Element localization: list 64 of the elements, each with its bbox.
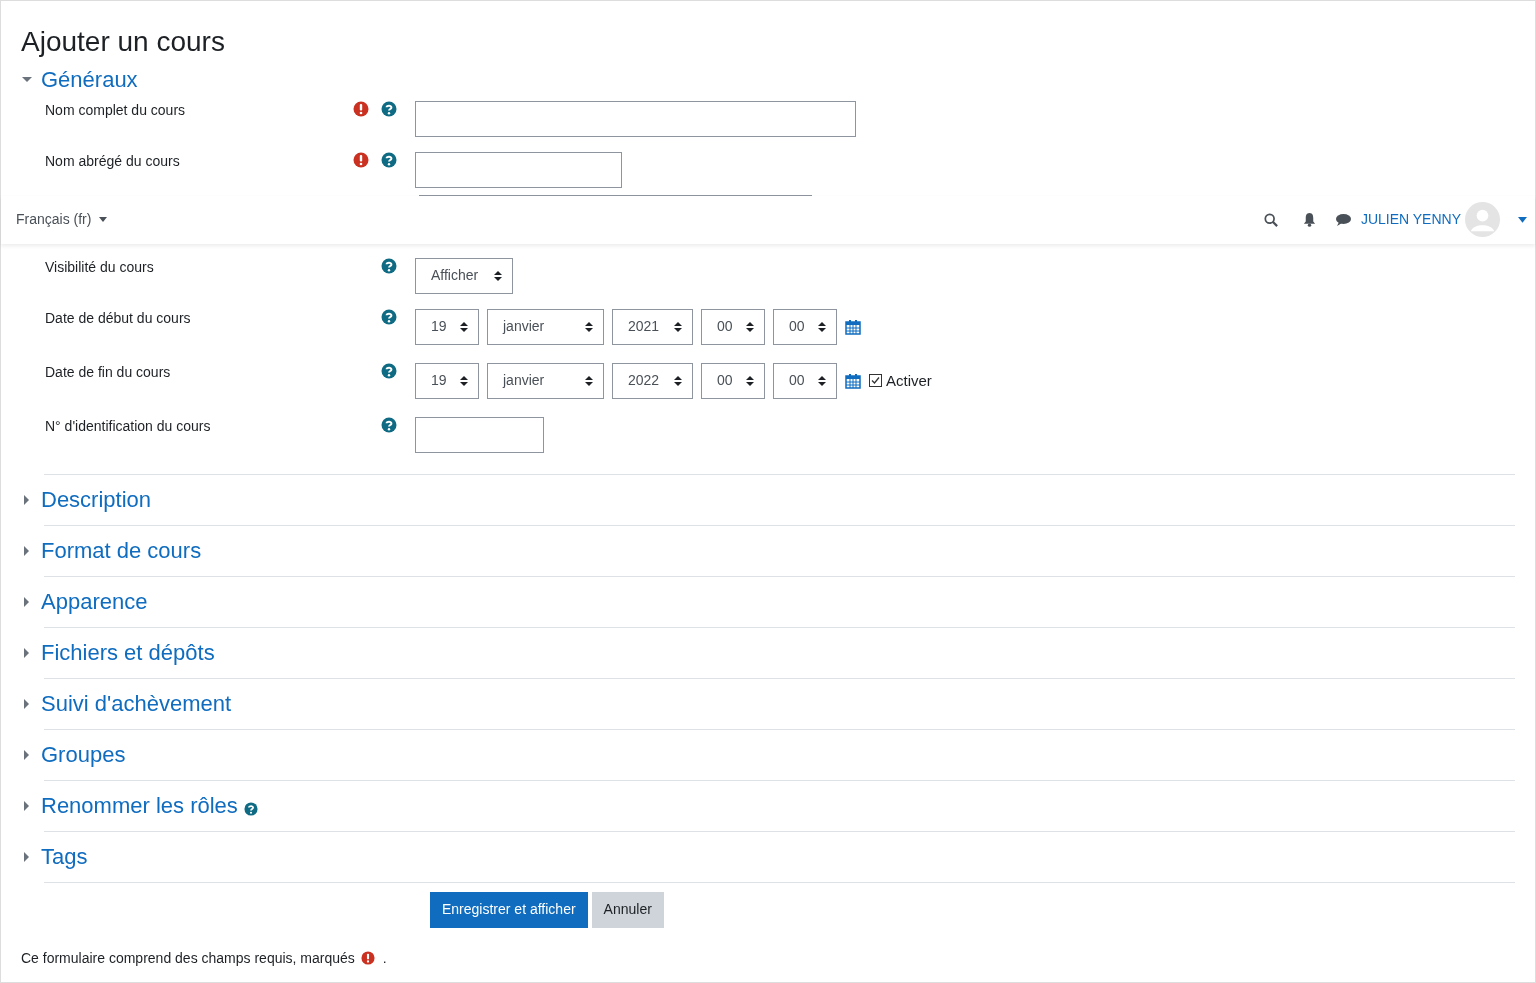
help-icon[interactable] xyxy=(381,309,397,325)
note-period: . xyxy=(382,949,387,968)
calendar-icon[interactable] xyxy=(845,373,861,389)
text-field[interactable] xyxy=(415,101,856,137)
enable-checkbox[interactable]: Activer xyxy=(869,369,932,393)
select-field[interactable]: Afficher xyxy=(415,258,513,294)
date-select[interactable]: janvier xyxy=(487,309,604,345)
help-icon[interactable] xyxy=(381,258,397,274)
field-label: Visibilité du cours xyxy=(44,258,155,277)
section-title[interactable]: Groupes xyxy=(41,741,126,769)
page-title: Ajouter un cours xyxy=(21,25,226,59)
caret-down-icon[interactable] xyxy=(1518,217,1527,223)
text-field[interactable] xyxy=(415,152,622,188)
caret-icon xyxy=(494,271,502,281)
checkbox[interactable] xyxy=(869,374,882,388)
date-select[interactable]: 00 xyxy=(773,363,837,399)
help-icon[interactable] xyxy=(381,101,397,117)
calendar-icon[interactable] xyxy=(845,319,861,335)
section-title[interactable]: Généraux xyxy=(41,66,138,93)
caret-icon xyxy=(818,322,826,332)
date-select[interactable]: 2022 xyxy=(612,363,693,399)
date-select[interactable]: 19 xyxy=(415,363,479,399)
date-select[interactable]: 00 xyxy=(773,309,837,345)
section-title[interactable]: Fichiers et dépôts xyxy=(41,639,215,667)
field-label: Date de fin du cours xyxy=(44,363,172,382)
field-label: Date de début du cours xyxy=(44,309,192,328)
date-select[interactable]: 00 xyxy=(701,309,765,345)
section-title[interactable]: Tags xyxy=(41,843,88,871)
section-title[interactable]: Format de cours xyxy=(41,537,202,565)
date-select[interactable]: janvier xyxy=(487,363,604,399)
caret-down-icon xyxy=(99,217,108,223)
field-label: Nom abrégé du cours xyxy=(44,152,181,171)
date-select[interactable]: 00 xyxy=(701,363,765,399)
caret-icon xyxy=(460,376,468,386)
section-title[interactable]: Description xyxy=(41,486,152,514)
required-icon xyxy=(360,951,375,966)
caret-icon xyxy=(746,322,754,332)
caret-icon xyxy=(585,376,593,386)
field-label: Nom complet du cours xyxy=(44,101,187,120)
caret-icon xyxy=(674,322,682,332)
required-note: Ce formulaire comprend des champs requis, marqués xyxy=(21,949,355,968)
save-button[interactable]: Enregistrer et afficher xyxy=(430,892,588,928)
search-icon[interactable] xyxy=(1263,213,1278,227)
date-select[interactable]: 2021 xyxy=(612,309,693,345)
caret-icon xyxy=(746,376,754,386)
caret-icon xyxy=(818,376,826,386)
language-menu[interactable]: Français (fr) xyxy=(16,209,108,231)
caret-icon xyxy=(674,376,682,386)
bell-icon[interactable] xyxy=(1301,212,1317,228)
field-label: N° d'identification du cours xyxy=(44,417,212,436)
caret-icon xyxy=(460,322,468,332)
text-field[interactable] xyxy=(415,417,544,453)
help-icon[interactable] xyxy=(243,800,258,817)
section-title[interactable]: Suivi d'achèvement xyxy=(41,690,232,718)
user-name-link[interactable]: JULIEN YENNY xyxy=(1360,209,1461,231)
date-select[interactable]: 19 xyxy=(415,309,479,345)
caret-icon xyxy=(585,322,593,332)
help-icon[interactable] xyxy=(381,363,397,379)
section-title[interactable]: Renommer les rôles xyxy=(41,792,238,820)
cancel-button[interactable]: Annuler xyxy=(591,892,664,928)
section-title[interactable]: Apparence xyxy=(41,588,148,616)
help-icon[interactable] xyxy=(381,417,397,433)
chat-bubble-icon[interactable] xyxy=(1334,213,1351,227)
help-icon[interactable] xyxy=(381,152,397,168)
